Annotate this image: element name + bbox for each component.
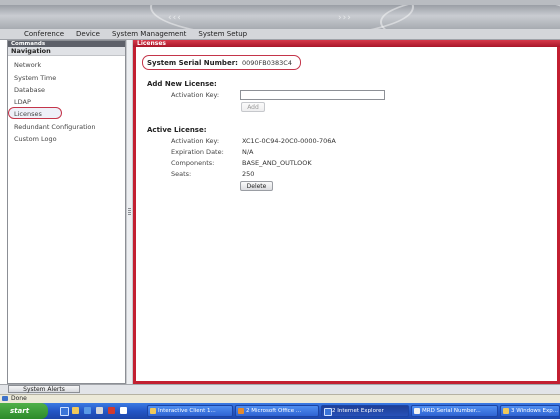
active-activation-key-value: XC1C-0C94-20C0-0000-706A xyxy=(242,137,336,145)
splitter-grip-icon[interactable] xyxy=(128,208,131,216)
quicklaunch-app-icon[interactable] xyxy=(108,407,115,414)
active-license-title: Active License: xyxy=(147,126,207,134)
sidebar-item-redundant-configuration[interactable]: Redundant Configuration xyxy=(14,123,96,131)
task-window-icon xyxy=(503,408,509,414)
task-window-icon xyxy=(324,408,332,416)
serial-number-value: 0090FB0383C4 xyxy=(242,59,292,67)
components-label: Components: xyxy=(171,159,215,167)
menu-system-setup[interactable]: System Setup xyxy=(192,30,253,38)
quicklaunch-folder-icon[interactable] xyxy=(72,407,79,414)
quicklaunch-ie-icon[interactable] xyxy=(60,407,69,416)
serial-number-label: System Serial Number: xyxy=(147,59,238,67)
banner-chevron-decoration: ››› xyxy=(338,13,352,23)
active-activation-key-label: Activation Key: xyxy=(171,137,220,145)
taskbar-task-internet-explorer[interactable]: 2 Internet Explorer xyxy=(321,405,409,417)
delete-license-button[interactable]: Delete xyxy=(240,181,273,191)
expiration-date-value: N/A xyxy=(242,148,254,156)
quicklaunch-desktop-icon[interactable] xyxy=(84,407,91,414)
page-done-icon xyxy=(2,396,8,401)
task-label: Interactive Client 1... xyxy=(158,408,216,414)
taskbar-task-microsoft-office[interactable]: 2 Microsoft Office ... xyxy=(235,405,319,417)
task-label: 2 Microsoft Office ... xyxy=(246,408,302,414)
sidebar-item-licenses[interactable]: Licenses xyxy=(14,110,42,118)
seats-label: Seats: xyxy=(171,170,192,178)
task-label: 2 Internet Explorer xyxy=(332,408,384,414)
activation-key-input[interactable] xyxy=(240,90,385,100)
seats-value: 250 xyxy=(242,170,255,178)
start-button[interactable]: start xyxy=(0,403,48,419)
activation-key-label: Activation Key: xyxy=(171,91,220,99)
components-value: BASE_AND_OUTLOOK xyxy=(242,159,312,167)
sidebar-item-network[interactable]: Network xyxy=(14,61,41,69)
alerts-bar xyxy=(0,384,560,394)
expiration-date-label: Expiration Date: xyxy=(171,148,224,156)
licenses-panel-header: Licenses xyxy=(133,40,560,47)
sidebar-item-system-time[interactable]: System Time xyxy=(14,74,56,82)
add-license-title: Add New License: xyxy=(147,80,217,88)
task-window-icon xyxy=(150,408,156,414)
menu-device[interactable]: Device xyxy=(70,30,106,38)
quicklaunch-app-icon[interactable] xyxy=(96,407,103,414)
banner-swoosh-decoration xyxy=(380,5,560,29)
system-alerts-tab[interactable]: System Alerts xyxy=(8,385,80,393)
navigation-header: Navigation xyxy=(8,47,125,56)
task-label: 3 Windows Exp... xyxy=(511,408,559,414)
app-banner: ‹‹‹ ››› xyxy=(0,5,560,29)
taskbar-task-mrd-serial-number[interactable]: MRD Serial Number... xyxy=(411,405,498,417)
task-window-icon xyxy=(414,408,420,414)
menu-system-management[interactable]: System Management xyxy=(106,30,192,38)
menu-conference[interactable]: Conference xyxy=(0,30,70,38)
add-license-button[interactable]: Add xyxy=(241,102,265,112)
sidebar-item-ldap[interactable]: LDAP xyxy=(14,98,31,106)
taskbar-task-interactive-client[interactable]: Interactive Client 1... xyxy=(147,405,233,417)
quicklaunch-app-icon[interactable] xyxy=(120,407,127,414)
main-menubar: Conference Device System Management Syst… xyxy=(0,29,560,40)
status-text: Done xyxy=(11,395,27,402)
taskbar-task-windows-explorer[interactable]: 3 Windows Exp... xyxy=(500,405,560,417)
task-label: MRD Serial Number... xyxy=(422,408,481,414)
sidebar-item-database[interactable]: Database xyxy=(14,86,45,94)
banner-chevron-decoration: ‹‹‹ xyxy=(168,13,182,23)
banner-swoosh-decoration xyxy=(150,5,414,29)
task-window-icon xyxy=(238,408,244,414)
sidebar-item-custom-logo[interactable]: Custom Logo xyxy=(14,135,57,143)
